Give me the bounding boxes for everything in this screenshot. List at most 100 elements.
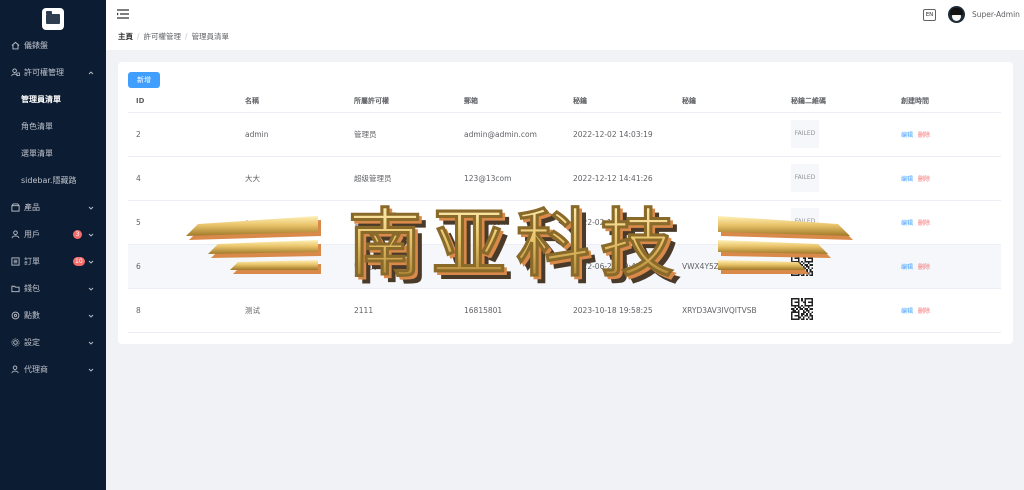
sidebar-subitem-admin-list[interactable]: 管理員清單 [0,86,106,113]
breadcrumb-current: 管理員清單 [191,32,230,41]
sidebar-subitem-menu-list[interactable]: 選單清單 [0,140,106,167]
top-header: 主頁 / 許可權管理 / 管理員清單 EN Super-Admin [106,0,1024,50]
cell-secret [674,156,783,201]
home-icon [10,41,20,51]
cell-email: 16815801 [456,288,565,333]
cell-actions: 编辑 删除 [893,244,1001,289]
folder-icon [10,284,20,294]
cell-role: 超级管理员 [346,156,456,201]
chevron-down-icon [88,312,94,318]
sidebar-item-label: 點數 [24,311,40,320]
col-header-key2: 秘鑰 [674,90,783,113]
cell-time: 2022-02-17 15:18:42 [565,200,674,245]
sidebar-item-label: 代理商 [24,365,48,374]
sidebar-item-dashboard[interactable]: 儀錶盤 [0,32,106,59]
cell-email: 123@13com [456,156,565,201]
qr-failed-placeholder: FAILED [791,208,819,236]
chevron-up-icon [88,69,94,75]
delete-button[interactable]: 删除 [918,132,930,139]
col-header-id: ID [128,90,237,113]
cell-role: 管理员 [346,200,456,245]
user-lock-icon [10,68,20,78]
col-header-role: 所屬許可權 [346,90,456,113]
cell-actions: 编辑 删除 [893,200,1001,245]
orders-badge: 10 [73,257,85,266]
chevron-down-icon [88,366,94,372]
sidebar-item-settings[interactable]: 設定 [0,329,106,356]
cell-qr [783,288,893,333]
cell-name: admin [237,244,346,289]
sidebar-item-points[interactable]: 點數 [0,302,106,329]
delete-button[interactable]: 删除 [918,264,930,271]
cell-name: 测试 [237,288,346,333]
sidebar-item-wallet[interactable]: 錢包 [0,275,106,302]
sidebar-item-label: 訂單 [24,257,40,266]
cell-email: aa@aa.com [456,200,565,245]
breadcrumb-home[interactable]: 主頁 [118,32,133,41]
cell-time: 2022-12-12 14:41:26 [565,156,674,201]
sidebar-item-label: 用戶 [24,230,40,239]
cell-id: 5 [128,200,237,245]
cell-role: 2111 [346,288,456,333]
sidebar-nav: 儀錶盤 許可權管理 管理員清單 角色清單 選單清單 sidebar.隱藏路 產品 [0,32,106,383]
delete-button[interactable]: 删除 [918,176,930,183]
avatar[interactable] [948,6,965,23]
table-row: 6 admin 管理员 2022-06-29 09:47:25 VWX4Y5Z6… [128,244,1001,289]
col-header-email: 郵箱 [456,90,565,113]
chevron-down-icon [88,285,94,291]
table-row: 8 测试 2111 16815801 2023-10-18 19:58:25 X… [128,288,1001,333]
sidebar-item-orders[interactable]: 訂單 10 [0,248,106,275]
cell-email [456,244,565,289]
sidebar-subitem-role-list[interactable]: 角色清單 [0,113,106,140]
admin-table: ID 名稱 所屬許可權 郵箱 秘鑰 秘鑰 秘鑰二維碼 創建時間 2 admin … [128,90,1001,333]
cell-actions: 编辑 删除 [893,112,1001,157]
cell-role: 管理员 [346,244,456,289]
delete-button[interactable]: 删除 [918,220,930,227]
menu-icon[interactable] [117,9,129,19]
edit-button[interactable]: 编辑 [901,132,913,139]
breadcrumb-permission[interactable]: 許可權管理 [144,32,182,41]
sidebar-item-agents[interactable]: 代理商 [0,356,106,383]
qr-code-icon [791,298,813,320]
chevron-down-icon [88,258,94,264]
table-row: 5 aa 管理员 aa@aa.com 2022-02-17 15:18:42 F… [128,200,1001,245]
col-header-qr: 秘鑰二維碼 [783,90,893,113]
sidebar-item-label: 儀錶盤 [24,41,48,50]
edit-button[interactable]: 编辑 [901,264,913,271]
edit-button[interactable]: 编辑 [901,220,913,227]
col-header-created: 創建時間 [893,90,1001,113]
delete-button[interactable]: 删除 [918,308,930,315]
edit-button[interactable]: 编辑 [901,308,913,315]
language-toggle[interactable]: EN [923,9,936,21]
cell-name: aa [237,200,346,245]
cell-secret: VWX4Y5Z6XP3Q2C [674,244,783,289]
add-button[interactable]: 新增 [128,72,160,88]
cell-secret [674,200,783,245]
cell-time: 2023-10-18 19:58:25 [565,288,674,333]
agent-icon [10,365,20,375]
cell-id: 4 [128,156,237,201]
cell-actions: 编辑 删除 [893,288,1001,333]
cell-qr [783,244,893,289]
chevron-down-icon [88,231,94,237]
sidebar: 儀錶盤 許可權管理 管理員清單 角色清單 選單清單 sidebar.隱藏路 產品 [0,0,106,490]
edit-button[interactable]: 编辑 [901,176,913,183]
cell-secret [674,112,783,157]
cell-time: 2022-12-02 14:03:19 [565,112,674,157]
sidebar-item-label: 設定 [24,338,40,347]
sidebar-item-users[interactable]: 用戶 3 [0,221,106,248]
cell-secret: XRYD3AV3IVQITVSB [674,288,783,333]
sidebar-item-permission[interactable]: 許可權管理 [0,59,106,86]
table-row: 4 大大 超级管理员 123@13com 2022-12-12 14:41:26… [128,156,1001,201]
list-icon [10,257,20,267]
sidebar-subitem-hidden-route[interactable]: sidebar.隱藏路 [0,167,106,194]
cell-qr: FAILED [783,112,893,157]
qr-failed-placeholder: FAILED [791,164,819,192]
settings-icon [10,311,20,321]
admin-list-card: 新增 ID 名稱 所屬許可權 郵箱 秘鑰 秘鑰 秘鑰二維碼 創建時間 2 adm… [118,62,1013,344]
sidebar-item-label: 許可權管理 [24,68,64,77]
sidebar-item-products[interactable]: 產品 [0,194,106,221]
cell-actions: 编辑 删除 [893,156,1001,201]
username[interactable]: Super-Admin [972,10,1020,19]
cell-qr: FAILED [783,156,893,201]
